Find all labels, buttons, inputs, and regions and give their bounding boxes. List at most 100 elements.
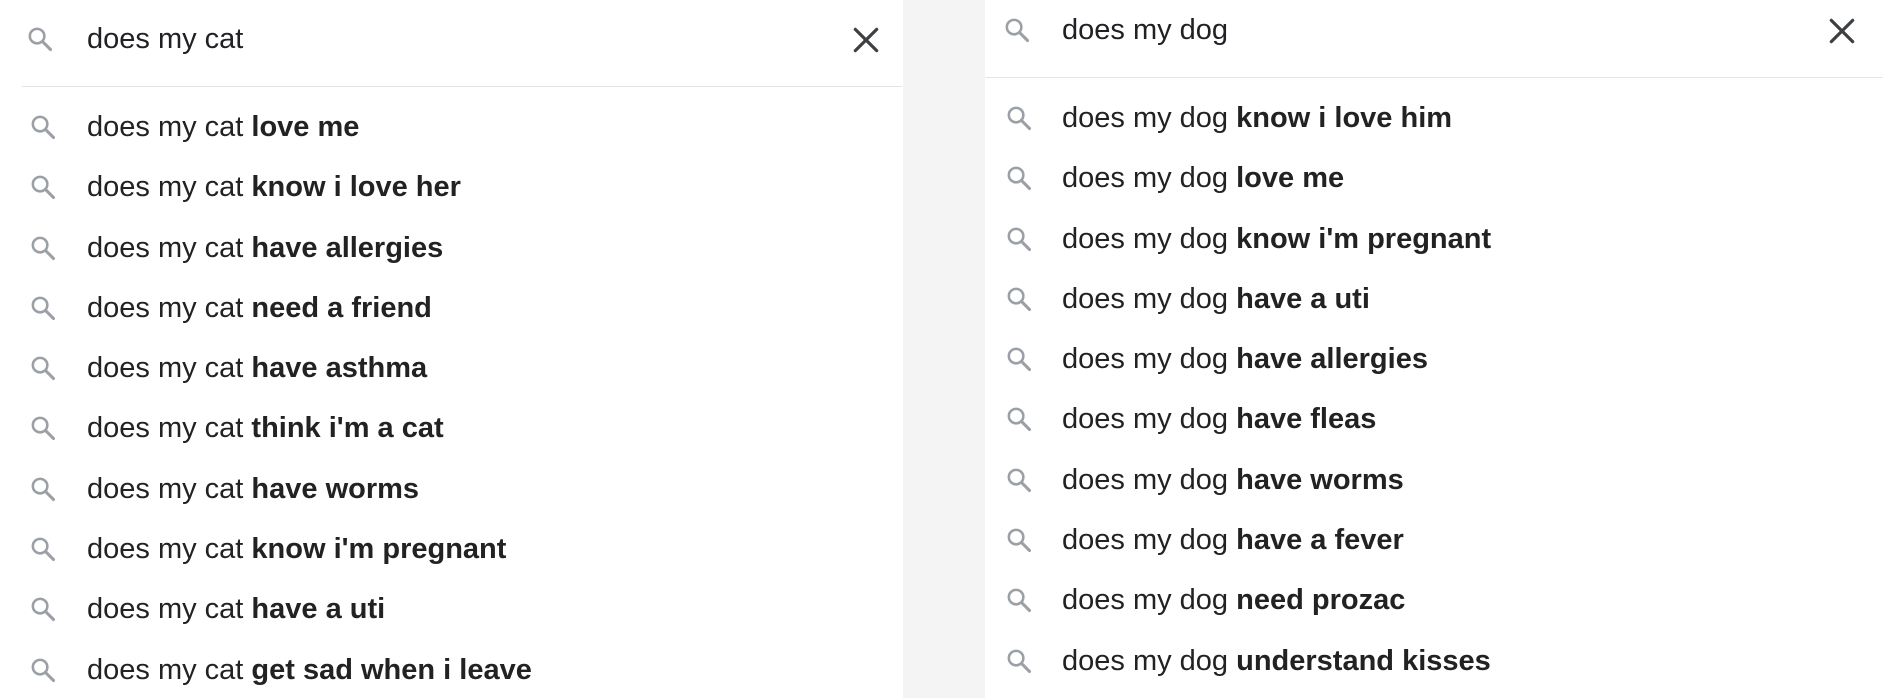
suggestion-item[interactable]: does my cat have a uti (0, 581, 903, 641)
close-icon[interactable] (1826, 15, 1858, 47)
suggestion-item[interactable]: does my cat have worms (0, 461, 903, 521)
search-icon (1005, 164, 1033, 192)
suggestion-item[interactable]: does my dog have worms (985, 452, 1883, 512)
suggestion-completion: need a friend (251, 291, 432, 324)
search-icon (26, 25, 54, 53)
suggestion-prefix: does my cat (87, 111, 244, 143)
suggestion-completion: have allergies (1236, 343, 1428, 376)
search-icon (29, 414, 57, 442)
suggestion-prefix: does my cat (87, 533, 244, 566)
suggestion-completion: know i'm pregnant (1236, 222, 1492, 255)
suggestion-text: does my dog have a uti (1062, 277, 1370, 321)
suggestion-list: does my dog know i love him does my dog l… (985, 90, 1883, 693)
suggestion-text: does my cat need a friend (87, 286, 432, 330)
suggestion-item[interactable]: does my dog have fleas (985, 391, 1883, 451)
search-bar: does my dog (985, 0, 1883, 86)
suggestion-item[interactable]: does my dog understand kisses (985, 633, 1883, 693)
suggestion-text: does my cat have asthma (87, 346, 427, 390)
search-icon (29, 113, 57, 141)
suggestion-text: does my cat have worms (87, 467, 419, 511)
suggestion-completion: have asthma (251, 352, 428, 385)
suggestion-item[interactable]: does my dog love me (985, 150, 1883, 210)
search-icon (29, 294, 57, 322)
search-input[interactable]: does my dog (1062, 7, 1228, 53)
suggestion-completion: understand kisses (1236, 644, 1491, 677)
search-icon (29, 234, 57, 262)
suggestion-completion: have worms (251, 472, 420, 505)
suggestion-item[interactable]: does my dog have allergies (985, 331, 1883, 391)
suggestion-completion: think i'm a cat (251, 412, 444, 445)
suggestion-completion: know i'm pregnant (251, 533, 507, 566)
suggestion-item[interactable]: does my cat know i'm pregnant (0, 521, 903, 581)
suggestion-prefix: does my cat (87, 291, 244, 324)
suggestion-item[interactable]: does my cat think i'm a cat (0, 400, 903, 460)
search-icon (29, 354, 57, 382)
suggestion-text: does my dog love me (1062, 156, 1344, 200)
suggestion-item[interactable]: does my cat know i love her (0, 159, 903, 219)
suggestion-text: does my cat have a uti (87, 587, 385, 631)
suggestion-completion: know i love him (1236, 102, 1453, 134)
suggestion-text: does my cat know i'm pregnant (87, 527, 506, 571)
search-icon (1005, 225, 1033, 253)
search-icon (29, 535, 57, 563)
suggestion-completion: have allergies (251, 231, 444, 264)
search-icon (1005, 526, 1033, 554)
suggestion-item[interactable]: does my dog have a fever (985, 512, 1883, 572)
suggestion-prefix: does my dog (1062, 463, 1229, 496)
suggestion-text: does my cat know i love her (87, 165, 461, 209)
suggestion-completion: have a uti (251, 593, 386, 626)
suggestion-prefix: does my dog (1062, 644, 1229, 677)
suggestion-completion: need prozac (1236, 584, 1406, 617)
suggestion-completion: love me (251, 111, 360, 143)
search-icon (29, 595, 57, 623)
suggestion-item[interactable]: does my dog know i'm pregnant (985, 211, 1883, 271)
suggestion-list: does my cat love me does my cat know i lo… (0, 99, 903, 698)
suggestion-item[interactable]: does my cat have allergies (0, 220, 903, 280)
divider (985, 77, 1883, 78)
suggestion-completion: have a fever (1236, 524, 1404, 557)
suggestion-prefix: does my dog (1062, 102, 1229, 134)
suggestion-text: does my cat think i'm a cat (87, 406, 444, 450)
suggestion-item[interactable]: does my cat have asthma (0, 340, 903, 400)
suggestion-prefix: does my cat (87, 352, 244, 385)
suggestion-item[interactable]: does my dog have a uti (985, 271, 1883, 331)
suggestion-completion: get sad when i leave (251, 653, 532, 686)
cat-search-panel: does my cat does my cat love me does my c… (0, 0, 903, 698)
suggestion-item[interactable]: does my cat get sad when i leave (0, 642, 903, 698)
suggestion-text: does my dog have a fever (1062, 518, 1404, 562)
suggestion-prefix: does my dog (1062, 343, 1229, 376)
suggestion-prefix: does my dog (1062, 282, 1229, 315)
suggestion-prefix: does my cat (87, 593, 244, 626)
suggestion-text: does my cat get sad when i leave (87, 648, 532, 692)
suggestion-prefix: does my dog (1062, 524, 1229, 557)
suggestion-item[interactable]: does my dog know i love him (985, 90, 1883, 150)
suggestion-completion: have a uti (1236, 282, 1370, 315)
search-icon (1005, 647, 1033, 675)
search-icon (29, 475, 57, 503)
suggestion-prefix: does my dog (1062, 222, 1229, 255)
close-icon[interactable] (850, 24, 882, 56)
search-icon (29, 656, 57, 684)
suggestion-text: does my dog have worms (1062, 458, 1404, 502)
search-bar: does my cat (0, 0, 903, 86)
suggestion-prefix: does my cat (87, 412, 244, 445)
suggestion-text: does my dog have fleas (1062, 397, 1376, 441)
search-icon (1005, 345, 1033, 373)
suggestion-prefix: does my cat (87, 231, 244, 264)
search-icon (1003, 16, 1031, 44)
suggestion-text: does my dog have allergies (1062, 337, 1428, 381)
suggestion-text: does my dog understand kisses (1062, 639, 1491, 683)
suggestion-text: does my dog know i'm pregnant (1062, 217, 1491, 261)
suggestion-prefix: does my dog (1062, 403, 1229, 436)
search-icon (29, 173, 57, 201)
search-icon (1005, 586, 1033, 614)
suggestion-completion: have fleas (1236, 403, 1377, 436)
suggestion-item[interactable]: does my cat love me (0, 99, 903, 159)
suggestion-item[interactable]: does my dog need prozac (985, 572, 1883, 632)
suggestion-completion: have worms (1236, 463, 1404, 496)
dog-search-panel: does my dog does my dog know i love him d… (985, 0, 1883, 698)
divider (22, 86, 902, 87)
search-icon (1005, 285, 1033, 313)
suggestion-item[interactable]: does my cat need a friend (0, 280, 903, 340)
search-input[interactable]: does my cat (87, 16, 243, 62)
